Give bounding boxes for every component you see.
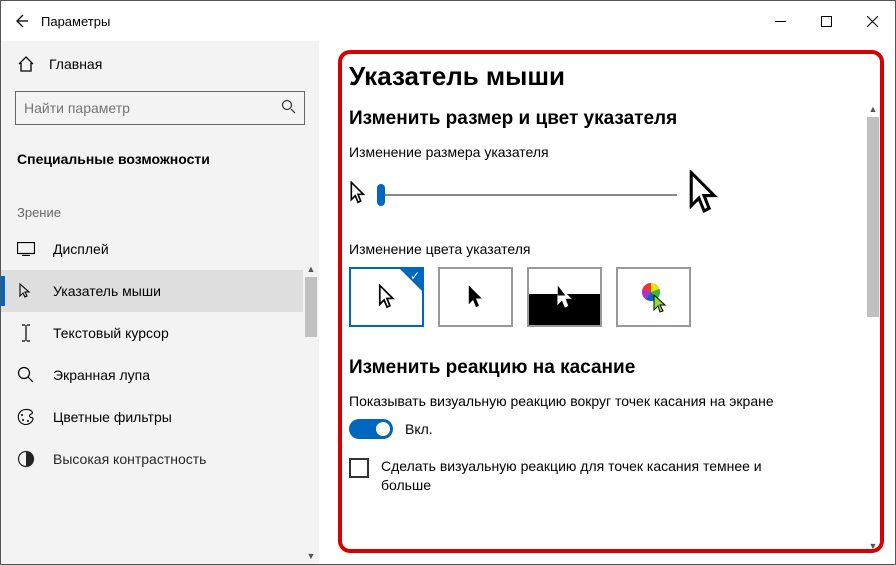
home-icon (17, 55, 35, 73)
darker-larger-checkbox[interactable] (349, 458, 369, 478)
window-controls (757, 1, 895, 41)
search-field[interactable] (24, 100, 281, 116)
titlebar: Параметры (1, 1, 895, 41)
sidebar-item-display[interactable]: Дисплей (1, 228, 319, 270)
search-icon (281, 99, 296, 118)
pointer-color-black[interactable] (438, 267, 513, 327)
slider-thumb[interactable] (377, 184, 385, 206)
home-link[interactable]: Главная (1, 45, 319, 83)
size-label: Изменение размера указателя (349, 144, 867, 160)
main-content: Указатель мыши Изменить размер и цвет ук… (319, 41, 895, 564)
scroll-up-icon[interactable]: ▲ (303, 261, 319, 277)
color-label: Изменение цвета указателя (349, 241, 867, 257)
close-button[interactable] (849, 1, 895, 41)
search-input[interactable] (15, 91, 305, 125)
sidebar-item-label: Дисплей (53, 241, 109, 257)
contrast-icon (17, 450, 35, 468)
palette-icon (17, 408, 35, 426)
sidebar: Главная Специальные возможности Зрение Д… (1, 41, 319, 564)
sidebar-item-color-filters[interactable]: Цветные фильтры (1, 396, 319, 438)
touch-heading: Изменить реакцию на касание (349, 357, 867, 379)
scroll-up-icon[interactable]: ▲ (865, 101, 881, 117)
nav-list: Дисплей Указатель мыши Текстовый курсор … (1, 228, 319, 480)
scrollbar-thumb[interactable] (305, 277, 317, 337)
touch-desc: Показывать визуальную реакцию вокруг точ… (349, 393, 867, 409)
check-icon: ✓ (410, 269, 420, 283)
page-title: Указатель мыши (349, 61, 867, 92)
group-label: Зрение (1, 181, 319, 228)
touch-feedback-toggle[interactable] (349, 419, 393, 439)
sidebar-item-label: Цветные фильтры (53, 409, 172, 425)
pointer-size-slider[interactable] (377, 181, 677, 209)
pointer-icon (17, 282, 35, 300)
sidebar-item-magnifier[interactable]: Экранная лупа (1, 354, 319, 396)
size-heading: Изменить размер и цвет указателя (349, 108, 867, 130)
sidebar-item-mouse-pointer[interactable]: Указатель мыши (1, 270, 319, 312)
pointer-color-options: ✓ (349, 267, 867, 327)
sidebar-item-label: Высокая контрастность (53, 451, 206, 467)
cursor-large-icon (687, 170, 721, 219)
sidebar-item-label: Текстовый курсор (53, 325, 169, 341)
pointer-color-inverted[interactable] (527, 267, 602, 327)
back-button[interactable] (1, 1, 41, 41)
window-title: Параметры (41, 14, 110, 29)
scroll-down-icon[interactable]: ▼ (303, 548, 319, 564)
pointer-color-custom[interactable] (616, 267, 691, 327)
sidebar-item-text-cursor[interactable]: Текстовый курсор (1, 312, 319, 354)
magnifier-icon (17, 366, 35, 384)
main-scrollbar[interactable]: ▲ ▼ (865, 101, 881, 554)
section-title: Специальные возможности (1, 141, 319, 181)
home-label: Главная (49, 56, 102, 72)
pointer-size-slider-row (349, 170, 867, 219)
minimize-button[interactable] (757, 1, 803, 41)
checkbox-label: Сделать визуальную реакцию для точек кас… (381, 457, 809, 495)
pointer-color-white[interactable]: ✓ (349, 267, 424, 327)
toggle-state-label: Вкл. (405, 421, 433, 437)
sidebar-scrollbar[interactable]: ▲ ▼ (303, 261, 319, 564)
sidebar-item-label: Указатель мыши (53, 283, 161, 299)
sidebar-item-high-contrast[interactable]: Высокая контрастность (1, 438, 319, 480)
maximize-button[interactable] (803, 1, 849, 41)
text-cursor-icon (17, 324, 35, 342)
scrollbar-thumb[interactable] (867, 117, 879, 317)
cursor-small-icon (349, 181, 367, 208)
scroll-down-icon[interactable]: ▼ (865, 538, 881, 554)
sidebar-item-label: Экранная лупа (53, 367, 150, 383)
display-icon (17, 240, 35, 258)
